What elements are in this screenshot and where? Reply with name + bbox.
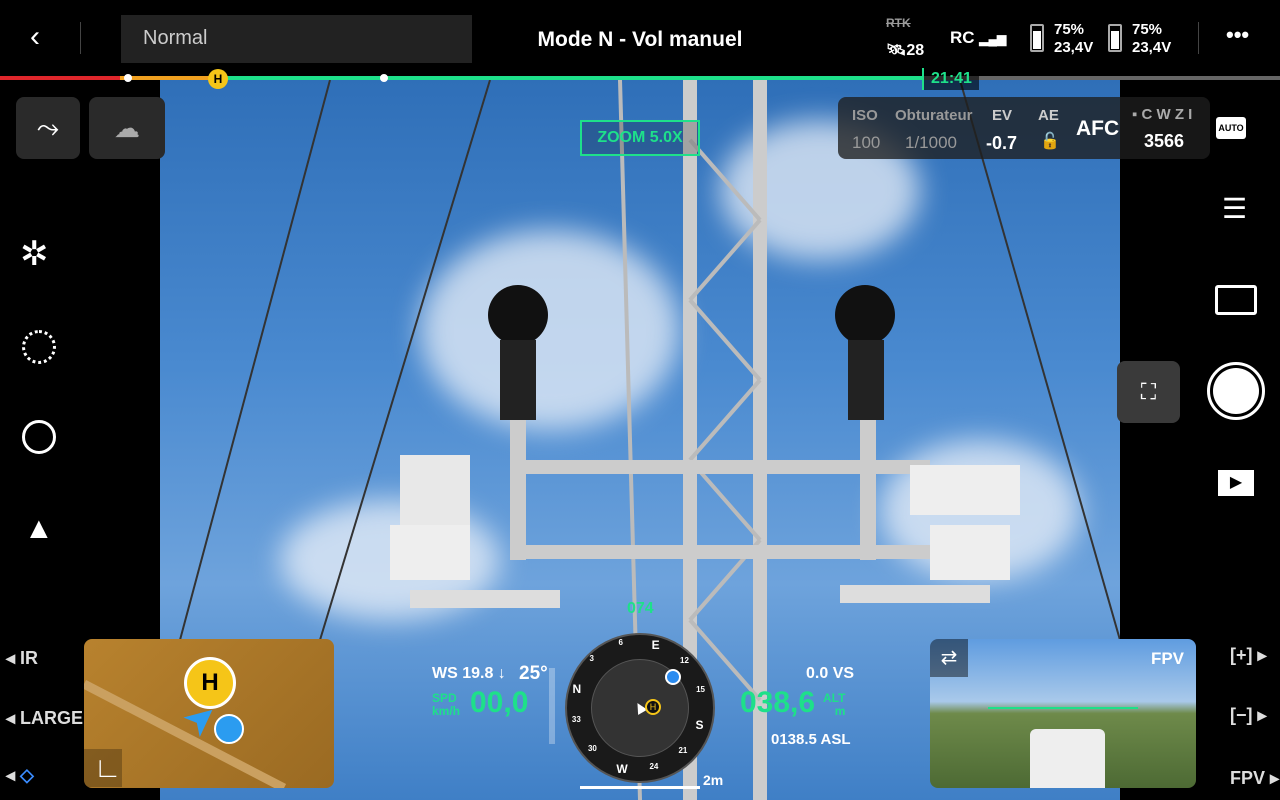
zoom-indicator: ZOOM 5.0X <box>580 120 700 156</box>
iso-label: ISO <box>852 107 878 124</box>
camera-settings-panel[interactable]: ISO 100 Obturateur 1/1000 EV -0.7 AE 🔓 A… <box>838 97 1210 159</box>
battery-2[interactable]: 75% 23,4V <box>1132 21 1171 57</box>
compass: ▲ H N 3 6 E 12 15 S 21 24 W 30 33 <box>565 633 715 783</box>
gnss-status[interactable]: 🛰28 <box>886 40 924 60</box>
photo-count: 3566 <box>1144 131 1185 151</box>
compass-label: E <box>651 638 660 653</box>
expand-map-icon[interactable]: ∟ <box>84 749 122 787</box>
display-mode-icon[interactable] <box>1215 285 1257 315</box>
track-target-icon[interactable]: ⛶ <box>1117 361 1180 423</box>
compass-label: 15 <box>696 684 705 694</box>
ae-label: AE <box>1038 107 1059 124</box>
swap-view-icon[interactable]: ⇄ <box>930 639 968 677</box>
compass-label: 6 <box>618 637 623 647</box>
mini-map[interactable]: H ➤ ∟ <box>84 639 334 788</box>
compass-label: N <box>572 682 582 697</box>
signal-bars-icon: ▂▄▆ <box>979 32 1007 46</box>
marker <box>380 74 388 82</box>
more-horizontal-icon[interactable]: ••• <box>1226 22 1249 48</box>
smart-track-icon[interactable] <box>22 420 56 454</box>
compass-label: W <box>616 761 628 776</box>
point-of-interest-icon[interactable] <box>22 330 56 364</box>
compass-label: 33 <box>571 715 581 725</box>
compass-label: 12 <box>680 655 689 665</box>
diamond-icon: ◇ <box>20 765 34 785</box>
wind-speed: WS 19.8 ↓ <box>432 665 506 682</box>
home-marker: H <box>208 69 228 89</box>
compass-label: 24 <box>649 762 659 772</box>
low-marker <box>124 74 132 82</box>
battery-bar-critical <box>0 76 120 80</box>
battery-icon <box>1108 24 1122 52</box>
compass-label: 21 <box>678 746 688 756</box>
waypoint-route-icon[interactable]: ⤳ <box>16 97 80 159</box>
playback-icon[interactable]: ▶ <box>1218 470 1254 496</box>
altitude-label: ALT m <box>823 691 846 718</box>
compass-label: 30 <box>587 744 597 754</box>
focus-mode[interactable]: AFC <box>1076 117 1119 141</box>
lens-selector[interactable]: ▪ C W Z I <box>1132 106 1192 123</box>
fpv-button[interactable]: FPV ▸ <box>1230 768 1279 789</box>
shutter-value: 1/1000 <box>905 133 957 152</box>
large-button[interactable]: ◂ LARGE <box>6 708 83 729</box>
shutter-label: Obturateur <box>895 107 973 124</box>
horizontal-speed: 00,0 <box>470 686 529 719</box>
tower-top <box>1030 729 1105 788</box>
shutter-button[interactable] <box>1207 362 1265 420</box>
battery-icon <box>1030 24 1044 52</box>
ev-label: EV <box>992 107 1013 124</box>
battery-bar-remaining <box>218 76 922 80</box>
distance-scale-bar <box>580 786 700 789</box>
unlock-icon[interactable]: 🔓 <box>1040 131 1060 151</box>
zoom-in-button[interactable]: [+] ▸ <box>1230 645 1267 666</box>
satellite-icon: 🛰 <box>886 42 907 59</box>
vertical-speed: 0.0 VS <box>806 665 855 682</box>
cloud-off-icon[interactable]: ☁ <box>89 97 165 159</box>
back-icon[interactable]: ‹ <box>30 20 40 54</box>
ir-button[interactable]: ◂ IR <box>6 648 38 669</box>
camera-auto-icon[interactable]: AUTO <box>1216 117 1246 139</box>
battery-1[interactable]: 75% 23,4V <box>1054 21 1093 57</box>
rc-position-icon <box>665 669 681 685</box>
speed-label: SPD km/h <box>432 691 461 718</box>
signal-mode-button[interactable]: ◂ ◇ <box>6 765 34 786</box>
iso-value: 100 <box>852 133 881 152</box>
home-icon: H <box>645 699 661 715</box>
flight-mode-select[interactable]: Normal <box>121 15 472 63</box>
gimbal-pitch: 25° <box>519 663 548 684</box>
compass-label: 3 <box>589 653 594 663</box>
settings-sliders-icon[interactable]: ☰ <box>1222 192 1247 225</box>
distance-scale-label: 2m <box>703 772 724 788</box>
flight-time-remaining: 21:41 <box>922 68 979 90</box>
compass-label: S <box>695 717 704 732</box>
top-bar: ‹ Normal Mode N - Vol manuel RTK 🛰28 RC … <box>0 0 1280 76</box>
sun-target-icon[interactable]: ✲ <box>20 234 49 274</box>
heading-value: 074 <box>627 600 654 617</box>
navigation-arrow-icon[interactable]: ▲ <box>24 512 54 546</box>
page-title: Mode N - Vol manuel <box>537 28 743 51</box>
altitude-value: 038,6 <box>740 686 816 719</box>
battery-bar-low <box>120 76 218 80</box>
fpv-preview[interactable]: ⇄ FPV <box>930 639 1196 788</box>
sd-card-icon: ▪ <box>1132 106 1138 123</box>
ev-value: -0.7 <box>986 133 1018 153</box>
rc-signal[interactable]: RC ▂▄▆ <box>950 28 1006 48</box>
fpv-label: FPV <box>1150 649 1184 668</box>
rtk-label: RTK <box>886 16 911 30</box>
altitude-asl: 0138.5 ASL <box>771 731 851 748</box>
zoom-out-button[interactable]: [−] ▸ <box>1230 705 1267 726</box>
remote-controller-icon <box>214 714 244 744</box>
horizon-line <box>988 707 1138 709</box>
gimbal-pitch-scale <box>549 668 555 744</box>
